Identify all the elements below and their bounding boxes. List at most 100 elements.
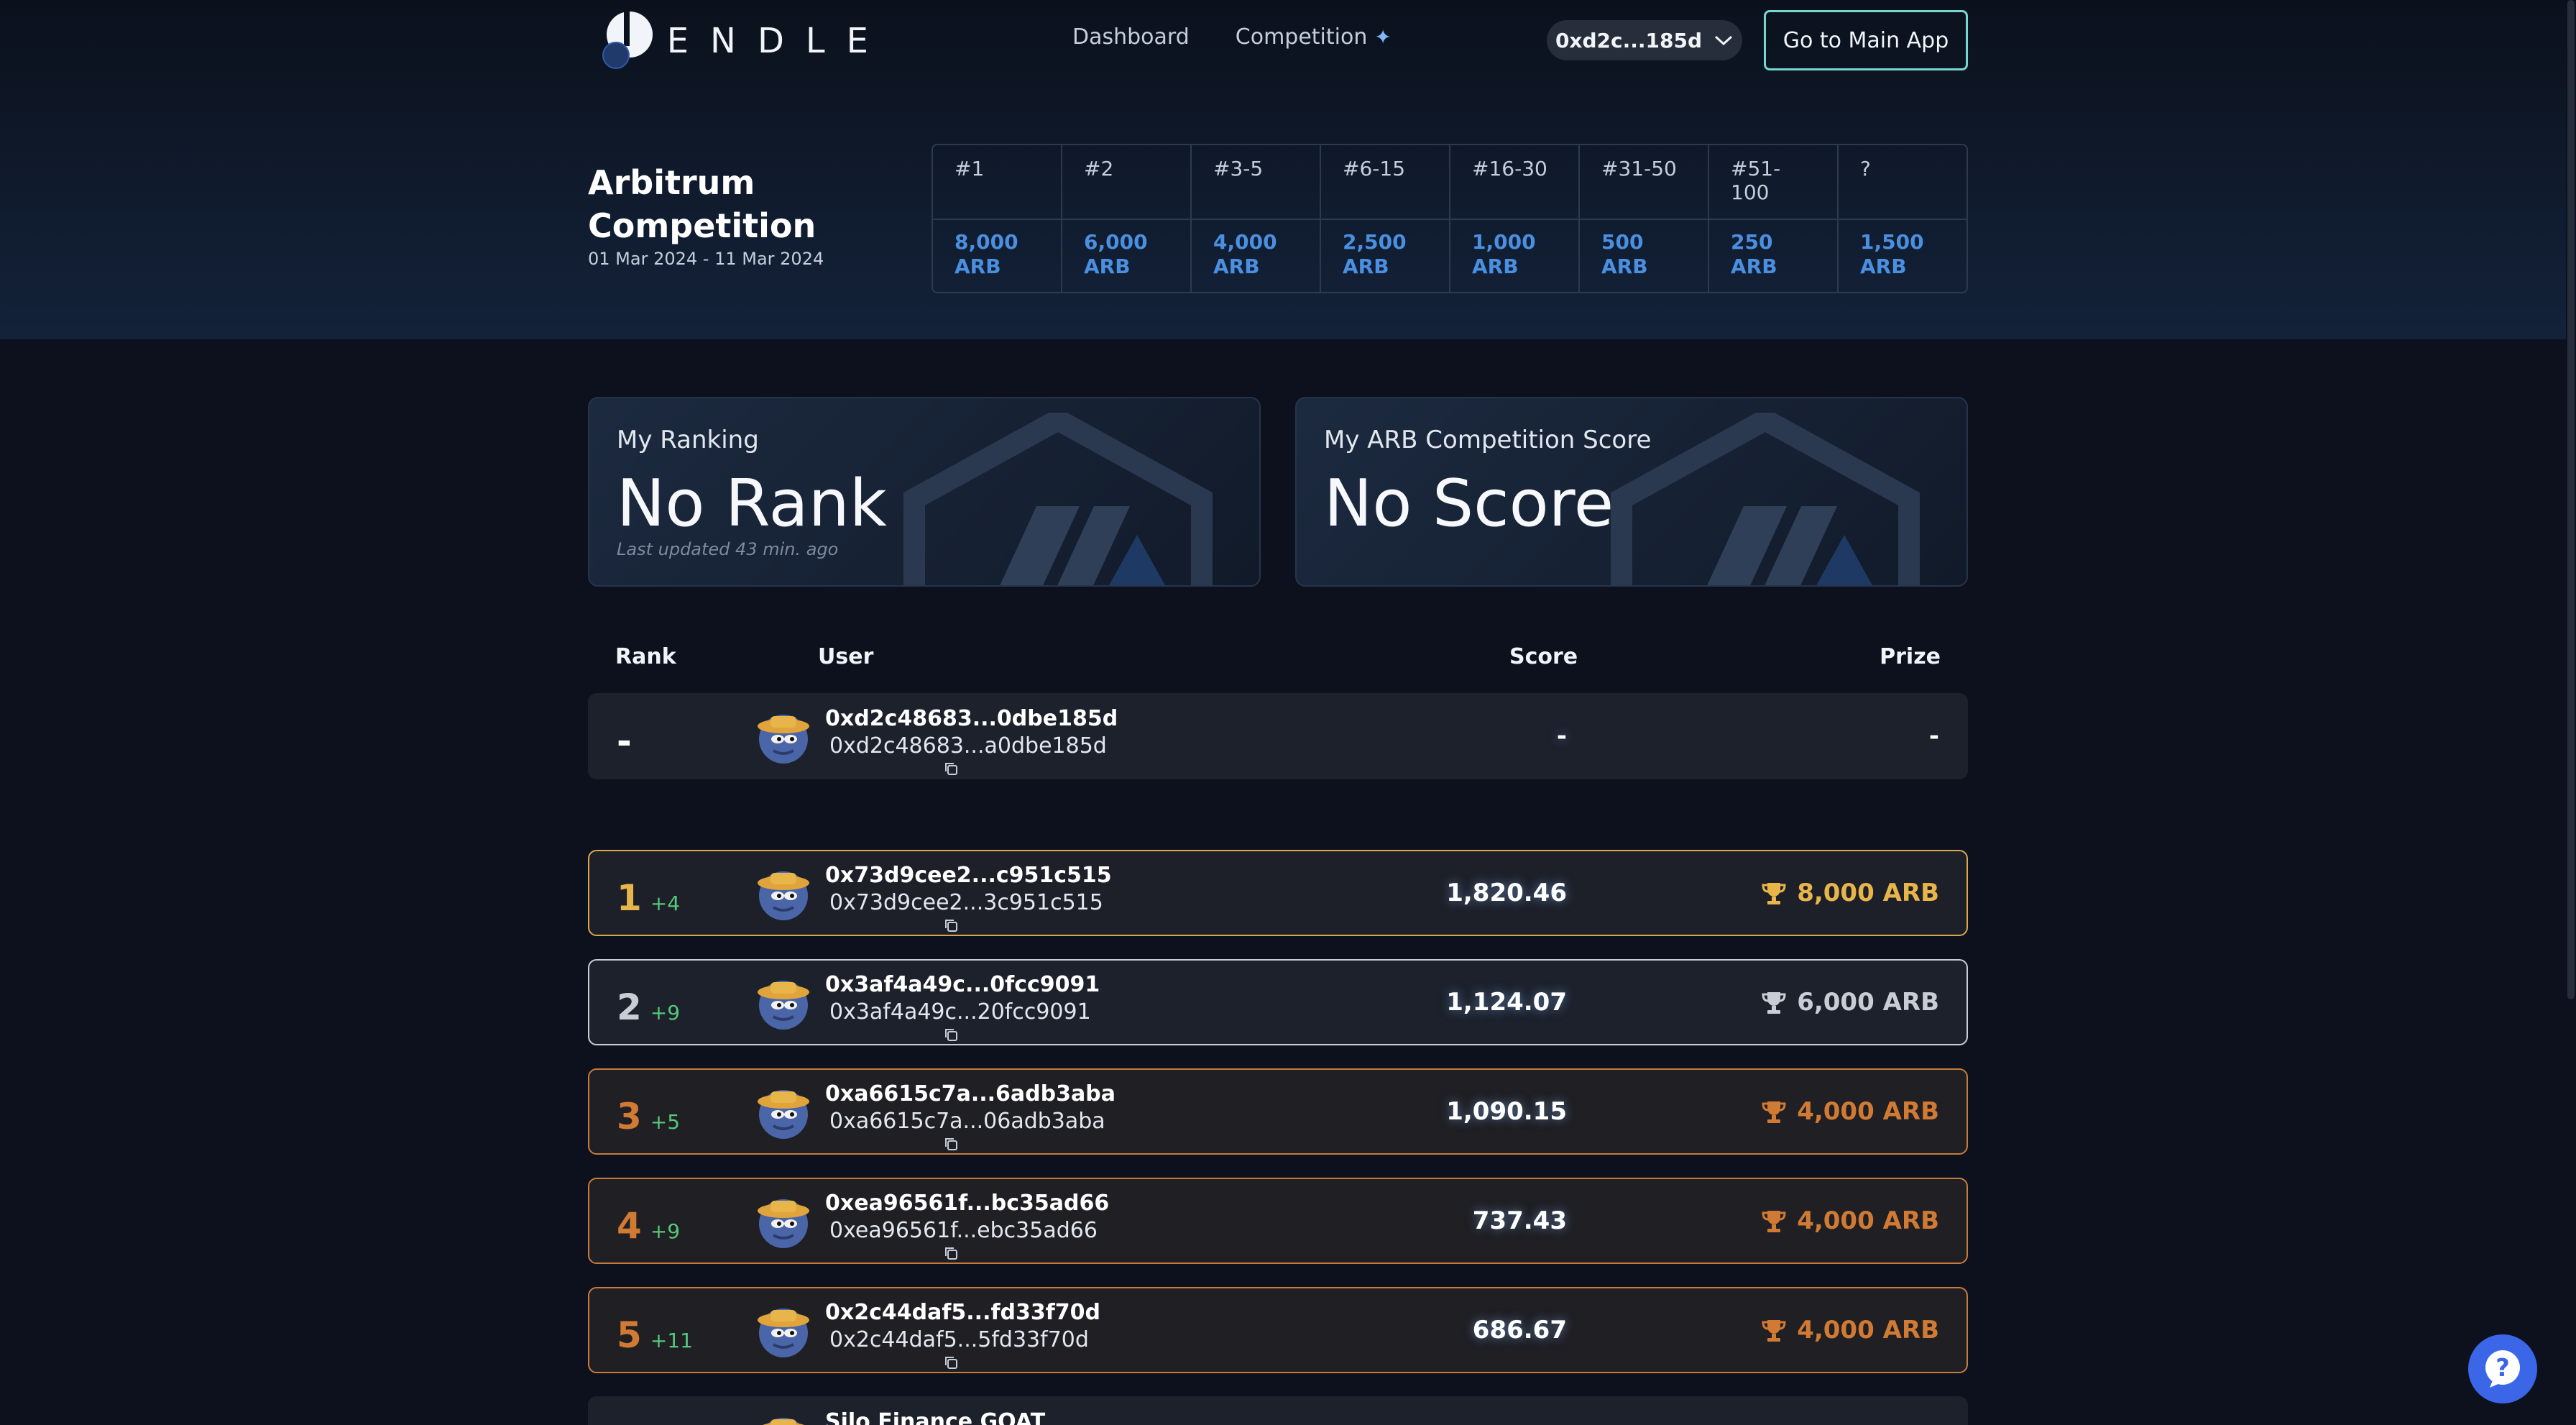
row-score: 737.43 bbox=[1472, 1206, 1567, 1235]
row-score: - bbox=[1556, 722, 1567, 751]
prize-unit: ARB bbox=[1213, 255, 1260, 278]
competition-title-line1: Arbitrum bbox=[588, 163, 755, 202]
table-row: 2 +9 0x3af4a49c...0fcc9091 0x3af4a49c...… bbox=[588, 959, 1968, 1045]
rank-number: 3 bbox=[617, 1096, 642, 1137]
prize-amount: 500 ARB bbox=[1580, 220, 1708, 289]
prize-amount: 2,500 ARB bbox=[1321, 220, 1449, 289]
avatar bbox=[758, 981, 809, 1030]
prize-amount-value: 500 bbox=[1601, 230, 1644, 254]
prize-amount-value: 8,000 bbox=[954, 230, 1018, 254]
help-icon: ? bbox=[2485, 1350, 2520, 1388]
avatar bbox=[758, 715, 809, 764]
nav-competition[interactable]: Competition ✦ bbox=[1236, 24, 1392, 50]
competition-page: PENDLE Dashboard Competition ✦ 0xd2c...1… bbox=[0, 0, 2576, 1425]
prize-column: #6-15 2,500 ARB bbox=[1321, 145, 1450, 292]
my-ranking-card: My Ranking No Rank Last updated 43 min. … bbox=[588, 397, 1261, 587]
row-rank: 2 +9 bbox=[617, 986, 680, 1028]
user-address[interactable]: 0x2c44daf5...fd33f70d bbox=[825, 1300, 1100, 1325]
competition-title: Arbitrum Competition bbox=[588, 161, 816, 247]
prize-text: 4,000 ARB bbox=[1797, 1316, 1939, 1344]
prize-column: #3-5 4,000 ARB bbox=[1192, 145, 1321, 292]
trophy-icon bbox=[1762, 1211, 1786, 1232]
trophy-icon bbox=[1762, 1320, 1786, 1342]
prize-column: #2 6,000 ARB bbox=[1062, 145, 1192, 292]
header-prize: Prize bbox=[1880, 644, 1941, 669]
pendle-logo[interactable]: PENDLE bbox=[602, 7, 890, 75]
table-row: Silo Finance GOAT bbox=[588, 1396, 1968, 1425]
rank-number: 4 bbox=[617, 1205, 642, 1247]
row-rank: 4 +9 bbox=[617, 1205, 680, 1247]
user-sub-address: 0xa6615c7a...06adb3aba bbox=[829, 1109, 1105, 1134]
prize-amount-value: 2,500 bbox=[1343, 230, 1407, 254]
go-to-main-app-button[interactable]: Go to Main App bbox=[1764, 10, 1968, 70]
prize-rank: #1 bbox=[933, 145, 1061, 220]
prize-rank: #51-100 bbox=[1709, 145, 1837, 220]
competition-dates: 01 Mar 2024 - 11 Mar 2024 bbox=[588, 249, 824, 269]
svg-text:?: ? bbox=[2496, 1354, 2510, 1383]
row-prize: 4,000 ARB bbox=[1761, 1097, 1939, 1126]
row-prize: 4,000 ARB bbox=[1761, 1206, 1939, 1235]
trophy-icon bbox=[1762, 883, 1786, 904]
prize-amount: 1,000 ARB bbox=[1450, 220, 1578, 289]
wallet-button[interactable]: 0xd2c...185d bbox=[1547, 20, 1742, 60]
my-score-card: My ARB Competition Score No Score bbox=[1295, 397, 1968, 587]
prize-rank: #2 bbox=[1062, 145, 1190, 220]
header-user: User bbox=[818, 644, 874, 669]
prize-amount-value: 4,000 bbox=[1213, 230, 1277, 254]
rank-change: +11 bbox=[650, 1329, 693, 1352]
row-rank: 1 +4 bbox=[617, 877, 680, 919]
prize-amount-value: 1,500 bbox=[1860, 230, 1924, 254]
rank-number: 1 bbox=[617, 877, 642, 919]
user-address[interactable]: 0x3af4a49c...0fcc9091 bbox=[825, 972, 1100, 997]
avatar bbox=[758, 871, 809, 920]
user-address[interactable]: 0xea96561f...bc35ad66 bbox=[825, 1191, 1109, 1216]
prize-amount: 1,500 ARB bbox=[1839, 220, 1966, 289]
user-address[interactable]: 0xa6615c7a...6adb3aba bbox=[825, 1081, 1116, 1106]
avatar bbox=[758, 1090, 809, 1139]
nav-dashboard[interactable]: Dashboard bbox=[1072, 24, 1190, 50]
row-prize: - bbox=[1929, 722, 1939, 751]
copy-icon[interactable] bbox=[943, 1027, 959, 1043]
table-row: 4 +9 0xea96561f...bc35ad66 0xea96561f...… bbox=[588, 1178, 1968, 1264]
user-address[interactable]: 0xd2c48683...0dbe185d bbox=[825, 706, 1118, 731]
row-prize: 4,000 ARB bbox=[1761, 1316, 1939, 1344]
help-button[interactable]: ? bbox=[2468, 1334, 2537, 1403]
rank-change: +4 bbox=[650, 892, 681, 915]
row-score: 1,820.46 bbox=[1446, 879, 1567, 907]
copy-icon[interactable] bbox=[943, 1136, 959, 1152]
brand-name: PENDLE bbox=[624, 21, 890, 61]
prize-amount: 6,000 ARB bbox=[1062, 220, 1190, 289]
my-ranking-label: My Ranking bbox=[617, 426, 759, 454]
row-rank: 3 +5 bbox=[617, 1096, 680, 1137]
prize-table: #1 8,000 ARB #2 6,000 ARB #3-5 4,000 ARB #6-15… bbox=[932, 144, 1968, 293]
nav-links: Dashboard Competition ✦ bbox=[1072, 24, 1392, 50]
scrollbar-thumb[interactable] bbox=[2567, 0, 2575, 999]
row-score: 1,124.07 bbox=[1446, 988, 1567, 1017]
copy-icon[interactable] bbox=[943, 917, 959, 933]
user-sub-address: 0xd2c48683...a0dbe185d bbox=[829, 733, 1107, 759]
prize-text: 6,000 ARB bbox=[1797, 988, 1939, 1017]
user-address[interactable]: Silo Finance GOAT bbox=[825, 1409, 1045, 1425]
prize-amount: 250 ARB bbox=[1709, 220, 1837, 289]
leaderboard-header: Rank User Score Prize bbox=[588, 644, 1968, 673]
user-address[interactable]: 0x73d9cee2...c951c515 bbox=[825, 863, 1112, 888]
table-row: 1 +4 0x73d9cee2...c951c515 0x73d9cee2...… bbox=[588, 850, 1968, 936]
copy-icon[interactable] bbox=[943, 761, 959, 776]
row-rank: - bbox=[617, 720, 632, 762]
rank-number: - bbox=[617, 720, 632, 762]
arbitrum-watermark-icon bbox=[1611, 413, 1920, 585]
prize-unit: ARB bbox=[1731, 255, 1777, 278]
prize-rank: #6-15 bbox=[1321, 145, 1449, 220]
competition-title-line2: Competition bbox=[588, 206, 816, 245]
row-score: 1,090.15 bbox=[1446, 1097, 1567, 1126]
row-rank: 5 +11 bbox=[617, 1314, 693, 1356]
copy-icon[interactable] bbox=[943, 1245, 959, 1261]
wallet-address: 0xd2c...185d bbox=[1555, 28, 1703, 52]
prize-amount-value: 250 bbox=[1731, 230, 1773, 254]
user-sub-address: 0xea96561f...ebc35ad66 bbox=[829, 1218, 1098, 1243]
prize-column: ? 1,500 ARB bbox=[1839, 145, 1966, 292]
prize-unit: ARB bbox=[1343, 255, 1389, 278]
prize-column: #31-50 500 ARB bbox=[1580, 145, 1709, 292]
sparkle-icon: ✦ bbox=[1374, 25, 1392, 49]
copy-icon[interactable] bbox=[943, 1355, 959, 1370]
